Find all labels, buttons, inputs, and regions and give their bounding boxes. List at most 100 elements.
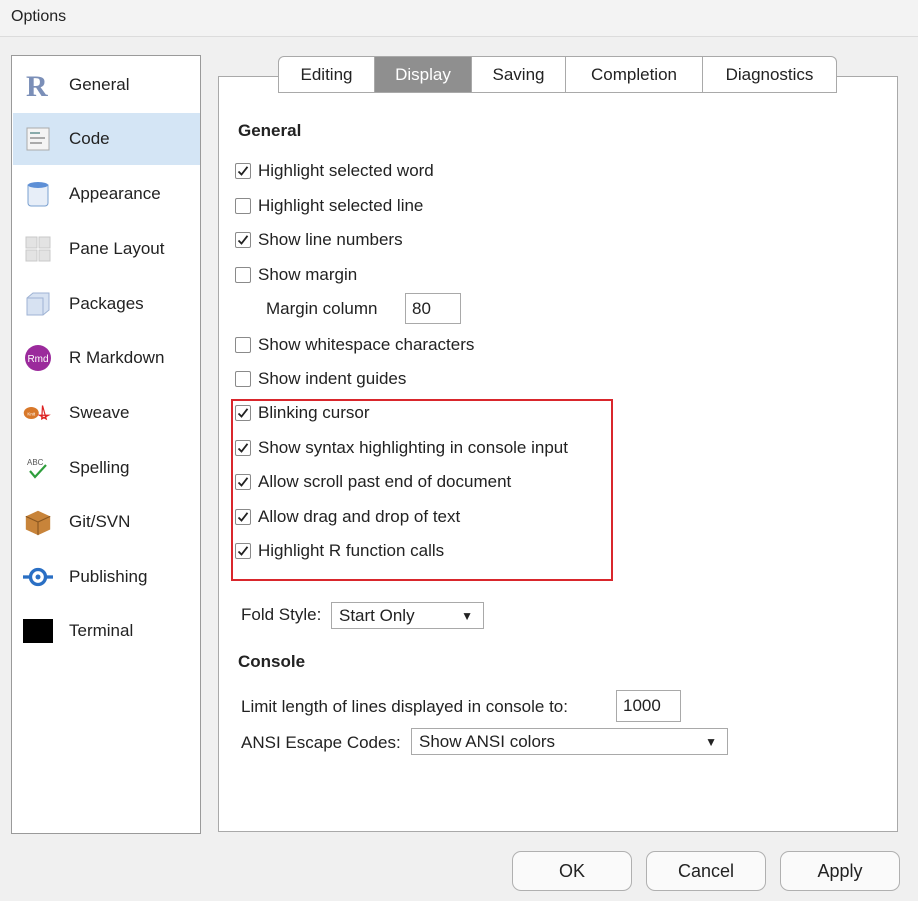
checkmark-icon [237,477,249,487]
sidebar-item-spelling[interactable]: ABC Spelling [13,442,200,494]
console-section-title: Console [238,652,306,671]
sidebar-item-label: Packages [69,294,144,313]
r-logo-icon: R [23,70,53,100]
sweave-icon: Knit [23,398,53,428]
highlight-selected-line-checkbox[interactable] [235,198,251,214]
syntax-highlight-console-option[interactable]: Show syntax highlighting in console inpu… [235,435,568,461]
tab-bar: Editing Display Saving Completion Diagno… [278,56,837,94]
sidebar-item-code[interactable]: Code [13,113,200,165]
sidebar-item-appearance[interactable]: Appearance [13,168,200,220]
sidebar-item-git-svn[interactable]: Git/SVN [13,496,200,548]
checkbox-label: Highlight R function calls [258,541,445,560]
checkmark-icon [237,166,249,176]
apply-button[interactable]: Apply [780,851,900,891]
ansi-escape-label: ANSI Escape Codes: [241,733,401,752]
title-bar: Options [0,0,918,37]
margin-column-field[interactable]: 80 [405,293,461,324]
checkbox-label: Show line numbers [258,230,403,249]
tab-display[interactable]: Display [375,56,472,93]
sidebar-item-label: Appearance [69,184,161,203]
checkbox-label: Show margin [258,265,358,284]
fold-style-select[interactable]: Start Only ▼ [331,602,484,629]
dropdown-arrow-icon: ▼ [461,608,473,623]
sidebar-item-label: R Markdown [69,348,165,367]
highlight-selected-line-option[interactable]: Highlight selected line [235,193,423,219]
sidebar-item-terminal[interactable]: Terminal [13,605,200,657]
sidebar-item-general[interactable]: R General [13,59,200,111]
scroll-past-end-checkbox[interactable] [235,474,251,490]
fold-style-value: Start Only [339,605,415,625]
highlight-selected-word-checkbox[interactable] [235,163,251,179]
sidebar-item-packages[interactable]: Packages [13,278,200,330]
ok-button[interactable]: OK [512,851,632,891]
checkmark-icon [237,408,249,418]
scroll-past-end-option[interactable]: Allow scroll past end of document [235,469,511,495]
paint-bucket-icon [23,179,53,209]
checkmark-icon [237,235,249,245]
tab-diagnostics[interactable]: Diagnostics [703,56,837,93]
svg-text:R: R [26,70,48,100]
checkbox-label: Show whitespace characters [258,335,475,354]
show-line-numbers-option[interactable]: Show line numbers [235,227,403,253]
show-whitespace-checkbox[interactable] [235,337,251,353]
margin-column-label: Margin column [266,299,378,318]
sidebar-item-r-markdown[interactable]: Rmd R Markdown [13,332,200,384]
checkbox-label: Allow scroll past end of document [258,472,512,491]
pane-grid-icon [23,234,53,264]
spell-check-icon: ABC [23,453,53,483]
sidebar-item-label: Pane Layout [69,239,165,258]
show-indent-guides-option[interactable]: Show indent guides [235,366,406,392]
blinking-cursor-checkbox[interactable] [235,405,251,421]
svg-text:Knit: Knit [27,411,36,416]
show-line-numbers-checkbox[interactable] [235,232,251,248]
sidebar-item-label: General [69,75,130,94]
show-margin-checkbox[interactable] [235,267,251,283]
checkmark-icon [237,546,249,556]
console-limit-field[interactable]: 1000 [616,690,681,722]
publish-icon [23,562,53,592]
sidebar-item-label: Terminal [69,621,134,640]
highlight-selected-word-option[interactable]: Highlight selected word [235,158,434,184]
checkbox-label: Allow drag and drop of text [258,507,461,526]
checkbox-label: Highlight selected line [258,196,424,215]
sidebar-item-label: Sweave [69,403,130,422]
svg-text:Rmd: Rmd [27,354,48,365]
tab-editing[interactable]: Editing [278,56,375,93]
checkbox-label: Show syntax highlighting in console inpu… [258,438,568,457]
drag-drop-text-checkbox[interactable] [235,509,251,525]
svg-text:ABC: ABC [27,458,44,467]
show-indent-guides-checkbox[interactable] [235,371,251,387]
checkmark-icon [237,443,249,453]
rmd-icon: Rmd [23,343,53,373]
dropdown-arrow-icon: ▼ [705,734,717,749]
package-box-icon [23,289,53,319]
sidebar-item-label: Publishing [69,567,148,586]
git-box-icon [23,507,53,537]
show-whitespace-option[interactable]: Show whitespace characters [235,332,474,358]
drag-drop-text-option[interactable]: Allow drag and drop of text [235,504,460,530]
sidebar-item-publishing[interactable]: Publishing [13,551,200,603]
general-section-title: General [238,121,302,140]
sidebar-item-label: Spelling [69,458,130,477]
checkbox-label: Highlight selected word [258,161,434,180]
sidebar-item-pane-layout[interactable]: Pane Layout [13,223,200,275]
ansi-escape-select[interactable]: Show ANSI colors ▼ [411,728,728,755]
window-title: Options [11,8,67,25]
highlight-function-calls-option[interactable]: Highlight R function calls [235,538,444,564]
fold-style-label: Fold Style: [241,605,322,624]
checkbox-label: Show indent guides [258,369,407,388]
checkbox-label: Blinking cursor [258,403,370,422]
ansi-escape-value: Show ANSI colors [419,731,556,751]
blinking-cursor-option[interactable]: Blinking cursor [235,400,370,426]
tab-completion[interactable]: Completion [566,56,703,93]
show-margin-option[interactable]: Show margin [235,262,357,288]
checkmark-icon [237,512,249,522]
tab-saving[interactable]: Saving [472,56,566,93]
sidebar-item-sweave[interactable]: Knit Sweave [13,387,200,439]
terminal-icon [23,616,53,646]
cancel-button[interactable]: Cancel [646,851,766,891]
code-document-icon [23,124,53,154]
syntax-highlight-console-checkbox[interactable] [235,440,251,456]
highlight-function-calls-checkbox[interactable] [235,543,251,559]
sidebar-item-label: Code [69,129,110,148]
